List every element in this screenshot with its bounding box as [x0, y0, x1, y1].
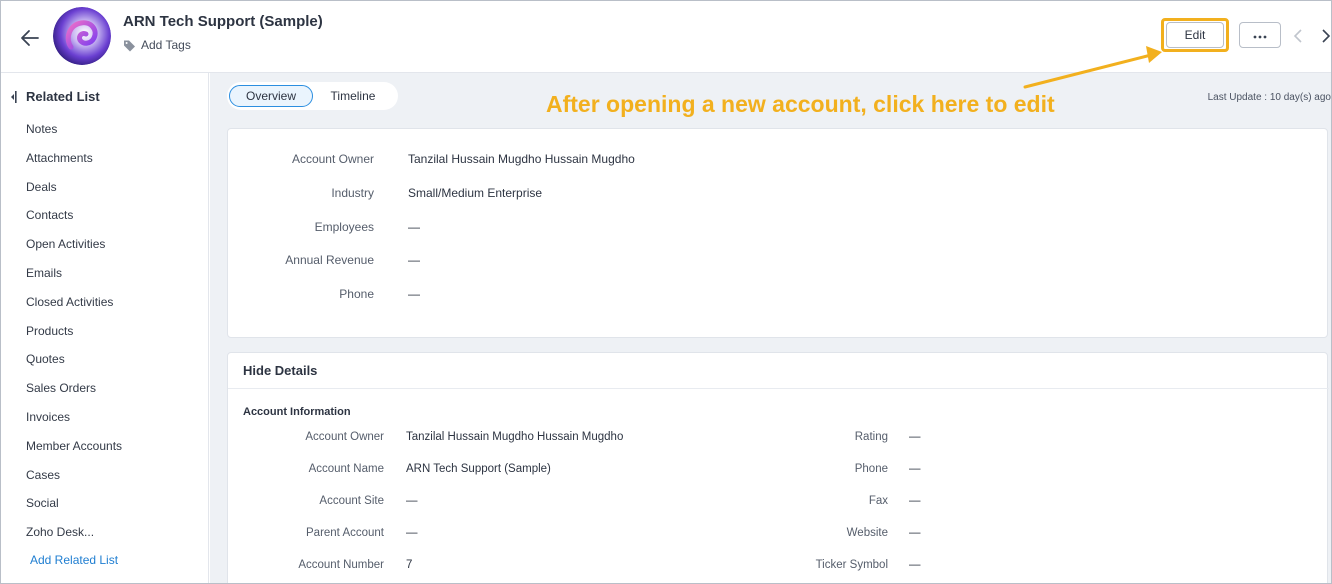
field-label: Rating [854, 431, 888, 443]
edit-button[interactable]: Edit [1166, 22, 1224, 48]
field-label: Annual Revenue [285, 253, 374, 267]
main-content: Overview Timeline After opening a new ac… [210, 73, 1331, 583]
sidebar-item-member-accounts[interactable]: Member Accounts [26, 438, 122, 467]
field-label: Website [846, 527, 888, 539]
add-tags-label: Add Tags [141, 38, 191, 52]
sidebar-item-invoices[interactable]: Invoices [26, 409, 122, 438]
field-label: Fax [868, 495, 888, 507]
last-update-text: Last Update : 10 day(s) ago [1207, 92, 1331, 103]
collapse-sidebar-icon[interactable] [9, 90, 17, 104]
field-value[interactable]: — [909, 527, 921, 539]
field-value[interactable]: — [909, 463, 921, 475]
divider [228, 388, 1329, 389]
overview-row: Industry Small/Medium Enterprise [228, 186, 1329, 206]
overview-card: Account Owner Tanzilal Hussain Mugdho Hu… [227, 128, 1328, 338]
field-label: Phone [854, 463, 888, 475]
tab-overview[interactable]: Overview [229, 85, 313, 107]
more-dots-icon [1253, 26, 1267, 44]
sidebar-item-contacts[interactable]: Contacts [26, 207, 122, 236]
field-value[interactable]: — [408, 220, 420, 234]
view-tabs: Overview Timeline [227, 82, 398, 110]
more-options-button[interactable] [1239, 22, 1281, 48]
account-avatar[interactable] [53, 7, 111, 65]
related-list-items: Notes Attachments Deals Contacts Open Ac… [26, 121, 122, 553]
overview-row: Annual Revenue — [228, 253, 1329, 273]
field-label: Industry [331, 186, 374, 200]
back-arrow-icon[interactable] [17, 25, 43, 51]
add-related-list-link[interactable]: Add Related List [30, 553, 118, 567]
field-value[interactable]: Tanzilal Hussain Mugdho Hussain Mugdho [408, 152, 635, 166]
add-tags-link[interactable]: Add Tags [123, 38, 191, 52]
related-list-header[interactable]: Related List [9, 89, 100, 104]
next-record-icon[interactable] [1319, 28, 1331, 44]
sidebar-item-zoho-desk[interactable]: Zoho Desk... [26, 524, 122, 553]
sidebar-item-notes[interactable]: Notes [26, 121, 122, 150]
related-list-title: Related List [26, 89, 100, 104]
sidebar-item-open-activities[interactable]: Open Activities [26, 236, 122, 265]
sidebar-item-attachments[interactable]: Attachments [26, 150, 122, 179]
field-label: Employees [314, 220, 374, 234]
field-value[interactable]: — [408, 287, 420, 301]
hide-details-toggle[interactable]: Hide Details [243, 363, 317, 378]
sidebar-item-closed-activities[interactable]: Closed Activities [26, 294, 122, 323]
sidebar-item-emails[interactable]: Emails [26, 265, 122, 294]
sidebar-item-social[interactable]: Social [26, 495, 122, 524]
field-value[interactable]: Small/Medium Enterprise [408, 186, 542, 200]
sidebar-item-sales-orders[interactable]: Sales Orders [26, 380, 122, 409]
sidebar-item-cases[interactable]: Cases [26, 467, 122, 496]
detail-row: Website — [228, 527, 1329, 547]
sidebar-item-products[interactable]: Products [26, 323, 122, 352]
tab-timeline[interactable]: Timeline [313, 85, 393, 107]
field-label: Phone [339, 287, 374, 301]
detail-row: Ticker Symbol — [228, 559, 1329, 579]
sidebar-item-deals[interactable]: Deals [26, 179, 122, 208]
detail-row: Fax — [228, 495, 1329, 515]
overview-row: Account Owner Tanzilal Hussain Mugdho Hu… [228, 152, 1329, 172]
tag-icon [123, 39, 136, 52]
overview-row: Employees — [228, 220, 1329, 240]
record-header: ARN Tech Support (Sample) Add Tags Edit [1, 1, 1331, 73]
field-value[interactable]: — [909, 559, 921, 571]
app-window: ARN Tech Support (Sample) Add Tags Edit [0, 0, 1332, 584]
related-list-sidebar: Related List Notes Attachments Deals Con… [1, 73, 209, 583]
field-label: Ticker Symbol [815, 559, 888, 571]
details-card: Hide Details Account Information Account… [227, 352, 1329, 583]
field-value[interactable]: — [408, 253, 420, 267]
sidebar-item-quotes[interactable]: Quotes [26, 351, 122, 380]
detail-row: Phone — [228, 463, 1329, 483]
overview-row: Phone — [228, 287, 1329, 307]
annotation-callout: After opening a new account, click here … [546, 91, 1055, 117]
field-value[interactable]: — [909, 431, 921, 443]
section-title: Account Information [243, 406, 351, 418]
field-value[interactable]: — [909, 495, 921, 507]
detail-row: Rating — [228, 431, 1329, 451]
account-title: ARN Tech Support (Sample) [123, 13, 323, 30]
previous-record-icon[interactable] [1291, 28, 1305, 44]
field-label: Account Owner [291, 152, 374, 166]
